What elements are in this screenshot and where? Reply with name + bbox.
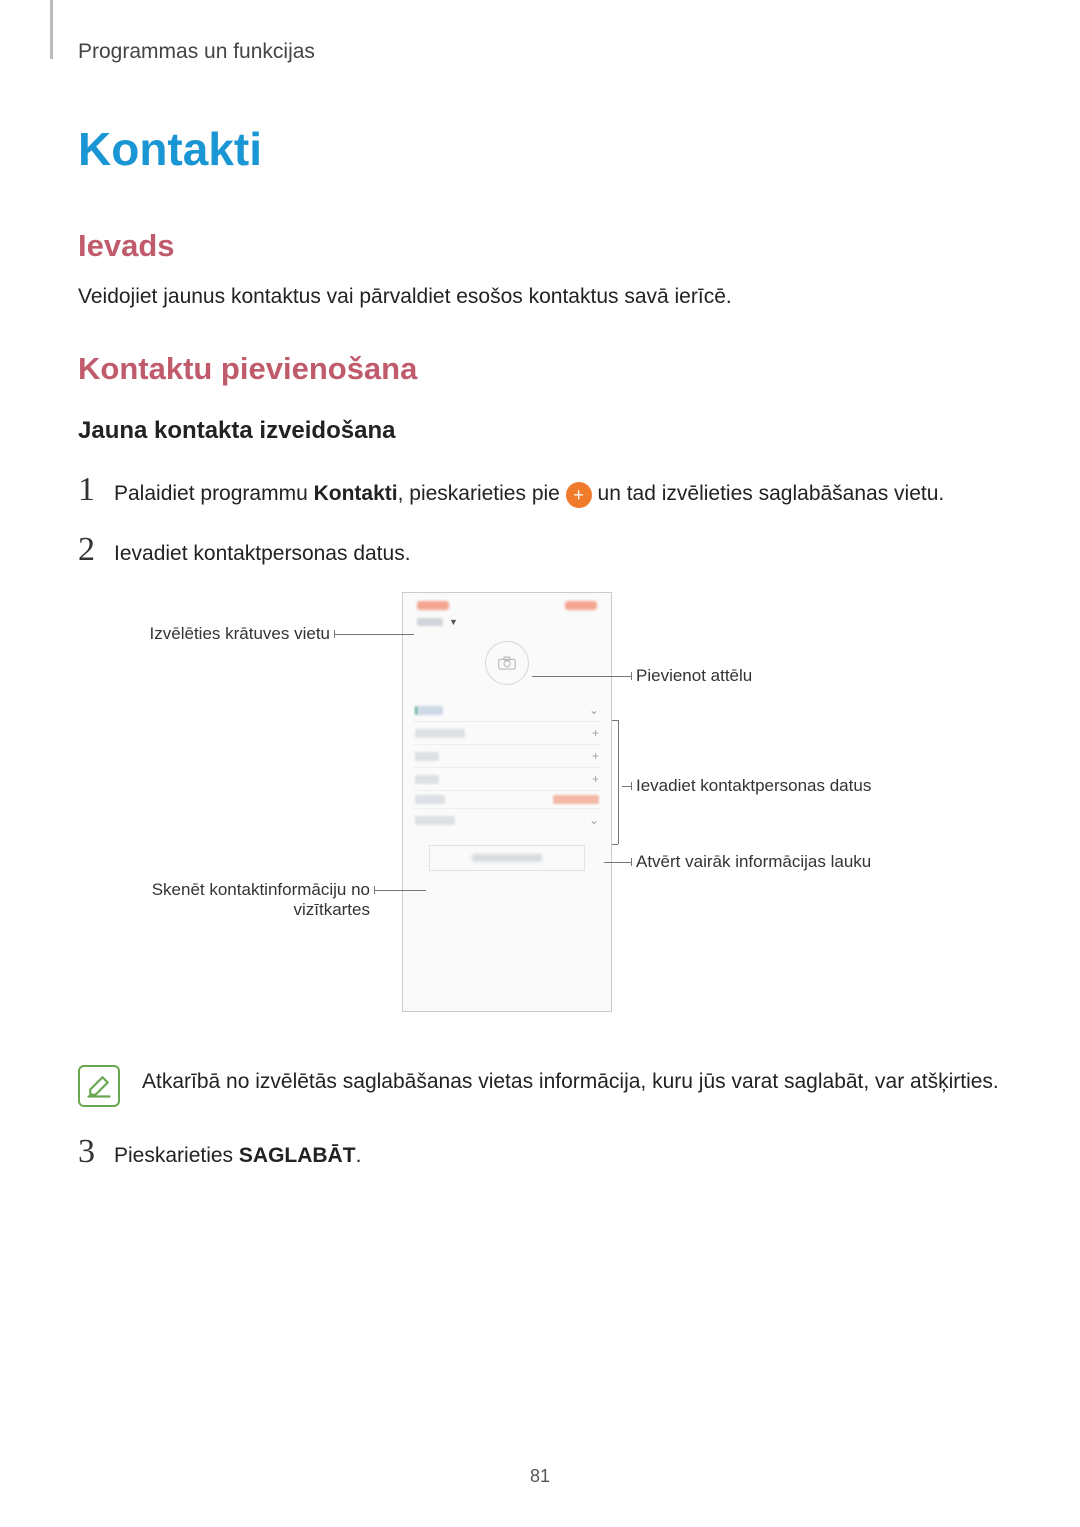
phone-topbar: [403, 593, 611, 614]
page-title: Kontakti: [78, 122, 1002, 176]
step-number: 2: [78, 533, 114, 567]
storage-label-blur: [417, 618, 443, 626]
plus-icon: +: [592, 726, 599, 740]
phone-screenshot: ▼ ⌄ + + + ⌄: [402, 592, 612, 1012]
chevron-down-icon: ▼: [449, 617, 458, 627]
step-1-text: Palaidiet programmu Kontakti, pieskariet…: [114, 473, 944, 508]
contact-form-figure: ▼ ⌄ + + + ⌄ Izvēlēties krātuves vietu: [120, 592, 960, 1037]
storage-selector: ▼: [403, 614, 611, 631]
intro-heading: Ievads: [78, 228, 1002, 264]
group-field: [413, 791, 601, 808]
callout-add-image: Pievienot attēlu: [636, 666, 752, 686]
step-1-post: un tad izvēlieties saglabāšanas vietu.: [592, 482, 945, 505]
step-3-pre: Pieskarieties: [114, 1144, 239, 1167]
plus-icon: +: [566, 482, 592, 508]
chapter-header: Programmas un funkcijas: [78, 40, 1002, 64]
step-1-mid: , pieskarieties pie: [398, 482, 566, 505]
email-field: +: [413, 768, 601, 790]
callout-open-more: Atvērt vairāk informācijas lauku: [636, 852, 871, 872]
note-icon: [78, 1065, 120, 1107]
step-number: 1: [78, 473, 114, 507]
step-1-pre: Palaidiet programmu: [114, 482, 314, 505]
add-photo-button: [485, 641, 529, 685]
note-pencil-icon: [85, 1072, 113, 1100]
group-value-blur: [553, 795, 599, 804]
name-field: ⌄: [413, 699, 601, 721]
add-contacts-heading: Kontaktu pievienošana: [78, 351, 1002, 387]
edge-mark: [50, 0, 53, 59]
step-3: 3 Pieskarieties SAGLABĀT.: [78, 1135, 1002, 1170]
save-button-blur: [565, 601, 597, 610]
callout-scan-card: Skenēt kontaktinformāciju no vizītkartes: [120, 880, 370, 920]
callout-scan-card-l2: vizītkartes: [293, 900, 370, 919]
scan-business-card-button: [429, 845, 585, 871]
create-contact-subheading: Jauna kontakta izveidošana: [78, 417, 1002, 445]
note: Atkarībā no izvēlētās saglabāšanas vieta…: [78, 1065, 1002, 1107]
phone-field: +: [413, 745, 601, 767]
cancel-button-blur: [417, 601, 449, 610]
org-field: +: [413, 722, 601, 744]
callout-storage: Izvēlēties krātuves vietu: [120, 624, 330, 644]
step-3-text: Pieskarieties SAGLABĀT.: [114, 1135, 361, 1170]
step-3-save-label: SAGLABĀT: [239, 1144, 356, 1167]
step-number: 3: [78, 1135, 114, 1169]
plus-icon: +: [592, 749, 599, 763]
step-2: 2 Ievadiet kontaktpersonas datus.: [78, 533, 1002, 568]
note-text: Atkarībā no izvēlētās saglabāšanas vieta…: [142, 1065, 999, 1107]
step-2-text: Ievadiet kontaktpersonas datus.: [114, 533, 411, 568]
callout-scan-card-l1: Skenēt kontaktinformāciju no: [152, 880, 370, 899]
camera-icon: [498, 656, 516, 670]
callout-enter-data: Ievadiet kontaktpersonas datus: [636, 776, 871, 796]
step-1-app-name: Kontakti: [314, 482, 398, 505]
plus-icon: +: [592, 772, 599, 786]
chevron-down-icon: ⌄: [589, 813, 599, 827]
page-number: 81: [0, 1466, 1080, 1487]
step-1: 1 Palaidiet programmu Kontakti, pieskari…: [78, 473, 1002, 508]
intro-text: Veidojiet jaunus kontaktus vai pārvaldie…: [78, 282, 1002, 311]
chevron-down-icon: ⌄: [589, 703, 599, 717]
more-fields-row: ⌄: [413, 809, 601, 831]
step-3-post: .: [356, 1144, 362, 1167]
